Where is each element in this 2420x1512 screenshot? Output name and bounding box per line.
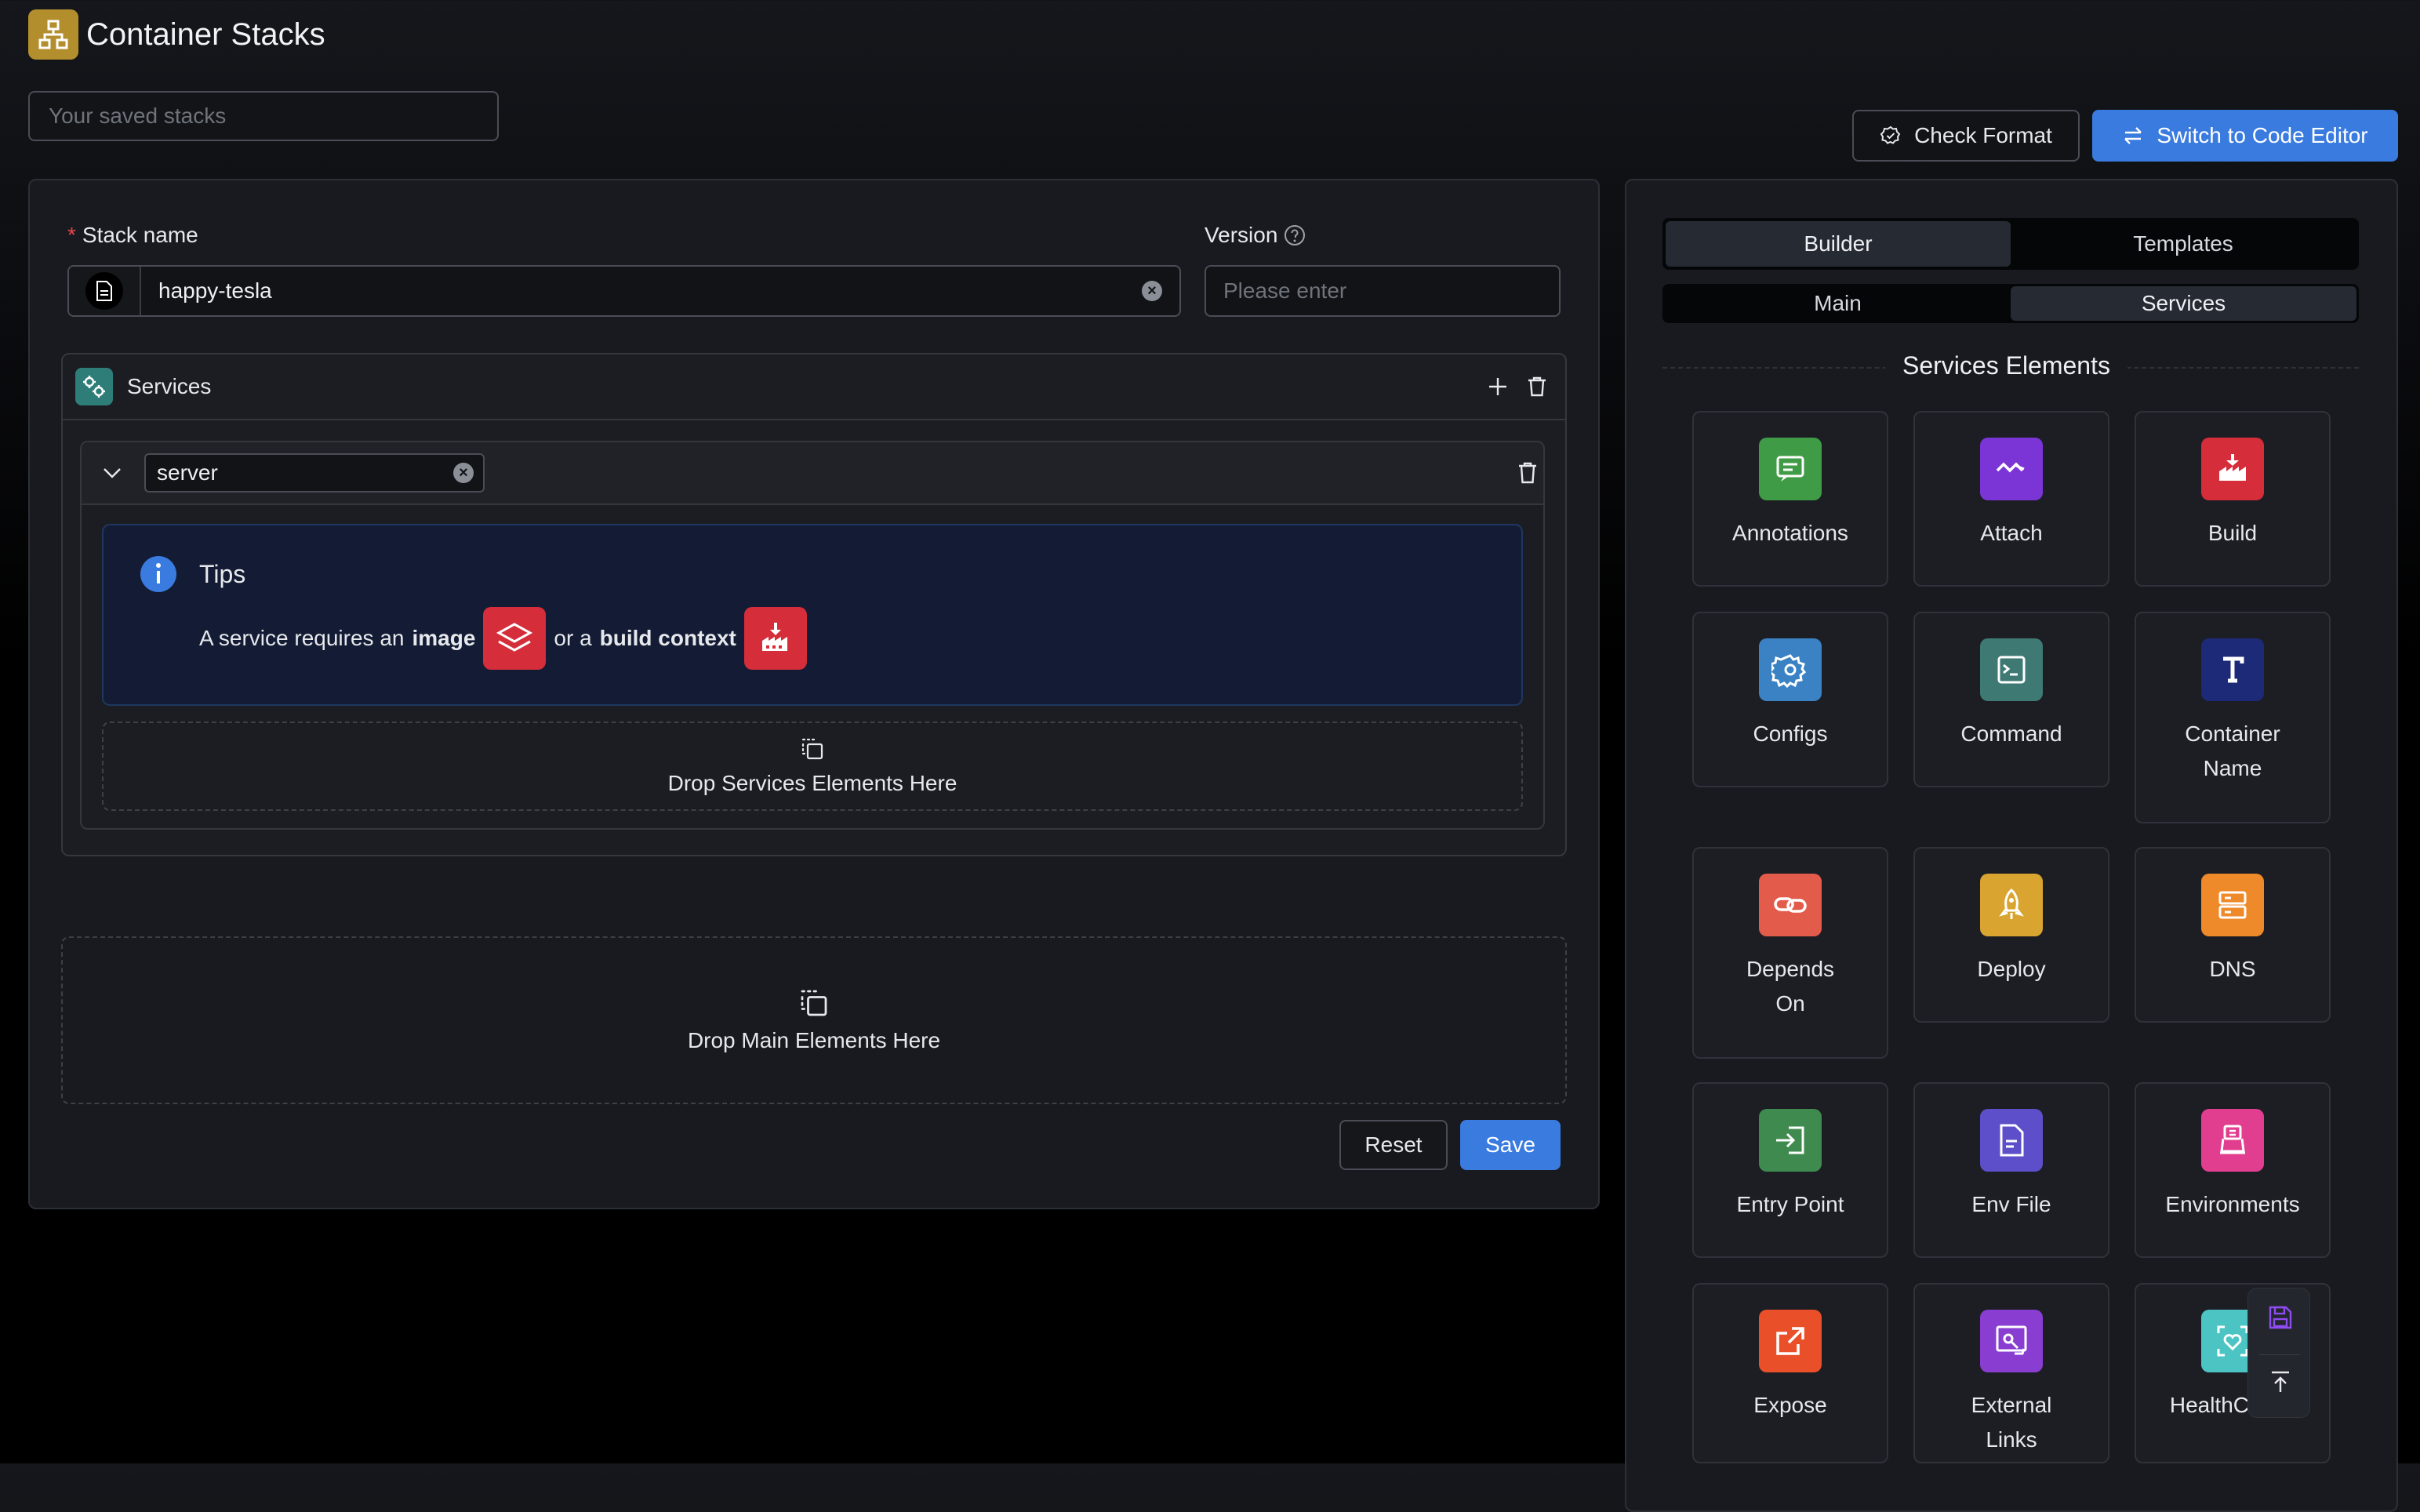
service-name-value: server xyxy=(157,460,218,485)
element-card-configs[interactable]: Configs xyxy=(1692,612,1888,787)
main-drop-label: Drop Main Elements Here xyxy=(687,1028,941,1052)
environments-icon xyxy=(2201,1109,2264,1172)
external-links-icon xyxy=(1980,1310,2043,1372)
rocket-icon xyxy=(1980,874,2043,936)
element-card-env-file[interactable]: Env File xyxy=(1913,1082,2109,1258)
floating-actions xyxy=(2247,1288,2310,1418)
services-title: Services xyxy=(127,374,212,398)
file-icon xyxy=(1980,1109,2043,1172)
tips-alert: Tips A service requires an image or a bu… xyxy=(102,524,1523,706)
trash-icon[interactable] xyxy=(1517,461,1539,485)
element-card-label: Annotations xyxy=(1732,521,1848,545)
element-card-annotations[interactable]: Annotations xyxy=(1692,411,1888,587)
service-item-header: server × xyxy=(82,442,1543,505)
version-label: Version xyxy=(1205,223,1306,248)
element-card-label: Command xyxy=(1960,721,2062,746)
element-card-expose[interactable]: Expose xyxy=(1692,1283,1888,1463)
element-card-dns[interactable]: DNS xyxy=(2135,847,2331,1023)
tab-services[interactable]: Services xyxy=(2011,286,2356,321)
builder-tabs: Builder Templates xyxy=(1662,218,2359,270)
services-icon xyxy=(75,368,113,405)
element-card-label: Env File xyxy=(1971,1192,2051,1216)
image-icon xyxy=(483,607,547,670)
element-card-label: Environments xyxy=(2165,1192,2300,1216)
stack-name-addon xyxy=(69,267,141,315)
service-name-input[interactable]: server × xyxy=(144,453,485,492)
element-card-label: Expose xyxy=(1753,1393,1827,1417)
check-format-button[interactable]: Check Format xyxy=(1852,110,2080,162)
check-format-label: Check Format xyxy=(1914,123,2052,147)
element-card-label: Container Name xyxy=(2185,721,2280,780)
badge-check-icon xyxy=(1880,125,1901,144)
save-icon[interactable] xyxy=(2267,1304,2294,1331)
element-card-label: Entry Point xyxy=(1736,1192,1844,1216)
element-card-command[interactable]: Command xyxy=(1913,612,2109,787)
document-icon xyxy=(96,281,112,301)
tips-text: A service requires an image or a build c… xyxy=(199,607,807,670)
element-card-label: Deploy xyxy=(1977,957,2046,981)
app-logo xyxy=(28,9,78,60)
drop-icon xyxy=(801,738,823,760)
entry-icon xyxy=(1759,1109,1822,1172)
element-card-depends-on[interactable]: Depends On xyxy=(1692,847,1888,1059)
text-icon xyxy=(2201,638,2264,701)
element-card-attach[interactable]: Attach xyxy=(1913,411,2109,587)
element-card-label: Configs xyxy=(1753,721,1828,746)
stack-name-value: happy-tesla xyxy=(158,278,272,303)
swap-icon xyxy=(2124,127,2142,144)
element-card-label: Build xyxy=(2207,521,2258,545)
service-item: server × Tips A service requires an imag… xyxy=(80,441,1545,830)
element-card-entry-point[interactable]: Entry Point xyxy=(1692,1082,1888,1258)
element-card-label: Depends On xyxy=(1746,957,1835,1016)
element-card-label: DNS xyxy=(2209,957,2256,981)
stack-name-input[interactable]: happy-tesla × xyxy=(67,265,1181,317)
element-card-deploy[interactable]: Deploy xyxy=(1913,847,2109,1023)
save-button[interactable]: Save xyxy=(1460,1120,1561,1170)
build-context-icon xyxy=(743,607,807,670)
message-icon xyxy=(1759,438,1822,500)
attach-icon xyxy=(1980,438,2043,500)
link-icon xyxy=(1759,874,1822,936)
page-title: Container Stacks xyxy=(86,17,325,52)
element-card-container-name[interactable]: Container Name xyxy=(2135,612,2331,823)
element-card-build[interactable]: Build xyxy=(2135,411,2331,587)
clear-icon[interactable]: × xyxy=(453,463,474,483)
switch-code-editor-label: Switch to Code Editor xyxy=(2157,123,2368,147)
stack-name-label: * Stack name xyxy=(67,223,198,247)
section-tabs: Main Services xyxy=(1662,284,2359,323)
element-card-environments[interactable]: Environments xyxy=(2135,1082,2331,1258)
tab-templates[interactable]: Templates xyxy=(2011,221,2356,267)
network-icon xyxy=(38,20,68,49)
plus-icon[interactable] xyxy=(1487,376,1509,398)
tips-title: Tips xyxy=(199,560,246,588)
help-icon xyxy=(1284,225,1306,245)
saved-stacks-select[interactable]: Your saved stacks xyxy=(28,91,499,141)
server-icon xyxy=(2201,874,2264,936)
chevron-down-icon[interactable] xyxy=(102,464,122,482)
version-input[interactable]: Please enter xyxy=(1205,265,1561,317)
clear-icon[interactable]: × xyxy=(1142,281,1162,301)
switch-code-editor-button[interactable]: Switch to Code Editor xyxy=(2092,110,2398,162)
services-drop-label: Drop Services Elements Here xyxy=(667,771,957,795)
section-title: Services Elements xyxy=(1885,351,2127,380)
trash-icon[interactable] xyxy=(1526,376,1548,398)
external-icon xyxy=(1759,1310,1822,1372)
tab-builder[interactable]: Builder xyxy=(1666,221,2011,267)
terminal-icon xyxy=(1980,638,2043,701)
element-card-label: External Links xyxy=(1971,1393,2052,1452)
info-icon xyxy=(140,556,176,592)
gear-icon xyxy=(1759,638,1822,701)
reset-button[interactable]: Reset xyxy=(1339,1120,1448,1170)
back-to-top-icon[interactable] xyxy=(2267,1368,2294,1395)
services-drop-zone[interactable]: Drop Services Elements Here xyxy=(102,721,1523,811)
main-drop-zone[interactable]: Drop Main Elements Here xyxy=(61,936,1567,1104)
element-card-external-links[interactable]: External Links xyxy=(1913,1283,2109,1463)
element-card-label: Attach xyxy=(1980,521,2043,545)
drop-icon xyxy=(801,990,827,1016)
tab-main[interactable]: Main xyxy=(1665,286,2011,321)
build-icon xyxy=(2201,438,2264,500)
services-header: Services xyxy=(63,354,1565,420)
